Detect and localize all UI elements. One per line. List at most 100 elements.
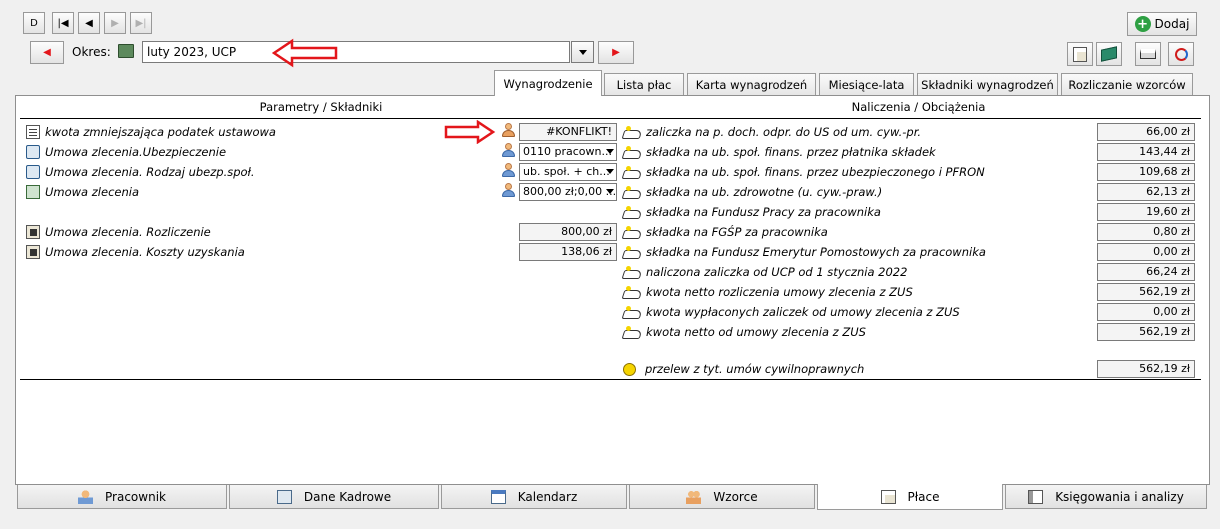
plus-icon: + — [1134, 16, 1151, 32]
charge-row: kwota netto rozliczenia umowy zlecenia z… — [623, 283, 913, 301]
value-field[interactable]: #KONFLIKT! — [519, 123, 617, 141]
period-dropdown-button[interactable] — [571, 41, 594, 63]
books-icon — [1101, 46, 1117, 62]
next-record-button[interactable]: ▶ — [104, 12, 126, 34]
user-icon — [501, 183, 515, 198]
period-label: Okres: — [72, 45, 111, 59]
amount-field[interactable]: 0,00 zł — [1097, 303, 1195, 321]
hand-money-icon — [623, 285, 641, 299]
last-record-button[interactable]: ▶| — [130, 12, 152, 34]
id-card-icon — [276, 489, 292, 504]
charge-row: składka na ub. zdrowotne (u. cyw.-praw.) — [623, 183, 882, 201]
main-panel: Parametry / Składniki Naliczenia / Obcią… — [15, 95, 1210, 485]
value-field[interactable]: 138,06 zł — [519, 243, 617, 261]
user-icon — [78, 489, 94, 504]
document-list-icon — [26, 125, 40, 139]
refresh-button[interactable] — [1168, 42, 1194, 66]
print-button[interactable] — [1135, 42, 1161, 66]
amount-field[interactable]: 66,00 zł — [1097, 123, 1195, 141]
charge-row: zaliczka na p. doch. odpr. do US od um. … — [623, 123, 921, 141]
param-row: Umowa zlecenia. Rozliczenie — [26, 223, 211, 241]
value-field[interactable]: 800,00 zł — [519, 223, 617, 241]
chevron-down-icon — [606, 169, 614, 174]
chevron-down-icon — [606, 189, 614, 194]
hand-money-icon — [623, 205, 641, 219]
refresh-icon — [1174, 47, 1188, 61]
param-row: Umowa zlecenia — [26, 183, 139, 201]
amount-field[interactable]: 0,00 zł — [1097, 243, 1195, 261]
user-icon — [501, 143, 515, 158]
hand-money-icon — [623, 325, 641, 339]
bottom-tab-dane-kadrowe[interactable]: Dane Kadrowe — [229, 485, 439, 509]
ledger-icon — [1028, 489, 1044, 504]
tab-lista-plac[interactable]: Lista płac — [604, 73, 684, 95]
user-icon — [501, 163, 515, 178]
calculator-icon — [1073, 46, 1087, 62]
period-prev-button[interactable]: ◀ — [30, 41, 64, 64]
new-record-button[interactable]: D — [23, 12, 45, 34]
chevron-down-icon — [606, 149, 614, 154]
charge-row: naliczona zaliczka od UCP od 1 stycznia … — [623, 263, 907, 281]
calculator-doc-icon — [26, 245, 40, 259]
param-row: kwota zmniejszająca podatek ustawowa — [26, 123, 276, 141]
tab-rozliczanie-wzorcow[interactable]: Rozliczanie wzorców — [1061, 73, 1193, 95]
contract-icon — [26, 165, 40, 179]
period-input[interactable]: luty 2023, UCP — [142, 41, 570, 63]
hand-money-icon — [623, 185, 641, 199]
param-row: Umowa zlecenia.Ubezpieczenie — [26, 143, 226, 161]
amount-field[interactable]: 562,19 zł — [1097, 283, 1195, 301]
chevron-down-icon — [579, 50, 587, 55]
hand-money-icon — [623, 305, 641, 319]
contract-select[interactable]: 800,00 zł;0,00 ... — [519, 183, 617, 201]
bottom-tab-kalendarz[interactable]: Kalendarz — [441, 485, 627, 509]
bottom-tab-place[interactable]: Płace — [817, 484, 1003, 510]
amount-field[interactable]: 0,80 zł — [1097, 223, 1195, 241]
add-button[interactable]: + Dodaj — [1127, 12, 1197, 36]
hand-money-icon — [623, 265, 641, 279]
prev-record-button[interactable]: ◀ — [78, 12, 100, 34]
charge-row: składka na ub. społ. finans. przez ubezp… — [623, 163, 985, 181]
amount-field[interactable]: 562,19 zł — [1097, 323, 1195, 341]
bottom-tab-pracownik[interactable]: Pracownik — [17, 485, 227, 509]
amount-field[interactable]: 109,68 zł — [1097, 163, 1195, 181]
bottom-tab-wzorce[interactable]: Wzorce — [629, 485, 815, 509]
calculator-icon — [880, 489, 896, 504]
insurance-select[interactable]: 0110 pracown... — [519, 143, 617, 161]
calculator-doc-icon — [26, 225, 40, 239]
charge-row: składka na Fundusz Emerytur Pomostowych … — [623, 243, 986, 261]
tab-wynagrodzenie[interactable]: Wynagrodzenie — [494, 70, 602, 96]
insurance-type-select[interactable]: ub. społ. + ch... — [519, 163, 617, 181]
amount-field[interactable]: 66,24 zł — [1097, 263, 1195, 281]
hand-money-icon — [623, 165, 641, 179]
books-button[interactable] — [1096, 42, 1122, 66]
charge-row: składka na Fundusz Pracy za pracownika — [623, 203, 881, 221]
param-row: Umowa zlecenia. Koszty uzyskania — [26, 243, 245, 261]
bottom-tab-ksiegowania[interactable]: Księgowania i analizy — [1005, 485, 1207, 509]
table-icon — [26, 185, 40, 199]
tab-miesiace-lata[interactable]: Miesiące-lata — [819, 73, 914, 95]
tab-karta-wynagrodzen[interactable]: Karta wynagrodzeń — [687, 73, 816, 95]
hand-money-icon — [623, 145, 641, 159]
calculator-button[interactable] — [1067, 42, 1093, 66]
param-row: Umowa zlecenia. Rodzaj ubezp.społ. — [26, 163, 255, 181]
calendar-icon — [490, 489, 506, 504]
coin-icon — [623, 362, 636, 376]
book-icon — [118, 44, 134, 58]
amount-field[interactable]: 62,13 zł — [1097, 183, 1195, 201]
hand-money-icon — [623, 245, 641, 259]
hand-money-icon — [623, 225, 641, 239]
charge-row: kwota wypłaconych zaliczek od umowy zlec… — [623, 303, 960, 321]
amount-field[interactable]: 19,60 zł — [1097, 203, 1195, 221]
charge-row: składka na FGŚP za pracownika — [623, 223, 828, 241]
period-next-button[interactable]: ▶ — [598, 41, 634, 64]
amount-field[interactable]: 143,44 zł — [1097, 143, 1195, 161]
contract-icon — [26, 145, 40, 159]
tab-skladniki-wynagrodzen[interactable]: Składniki wynagrodzeń — [917, 73, 1058, 95]
left-header: Parametry / Składniki — [259, 100, 383, 114]
first-record-button[interactable]: |◀ — [52, 12, 74, 34]
charge-row: składka na ub. społ. finans. przez płatn… — [623, 143, 936, 161]
charge-row: kwota netto od umowy zlecenia z ZUS — [623, 323, 866, 341]
total-amount-field[interactable]: 562,19 zł — [1097, 360, 1195, 378]
group-users-icon — [501, 123, 515, 138]
annotation-arrow-icon — [444, 120, 496, 144]
